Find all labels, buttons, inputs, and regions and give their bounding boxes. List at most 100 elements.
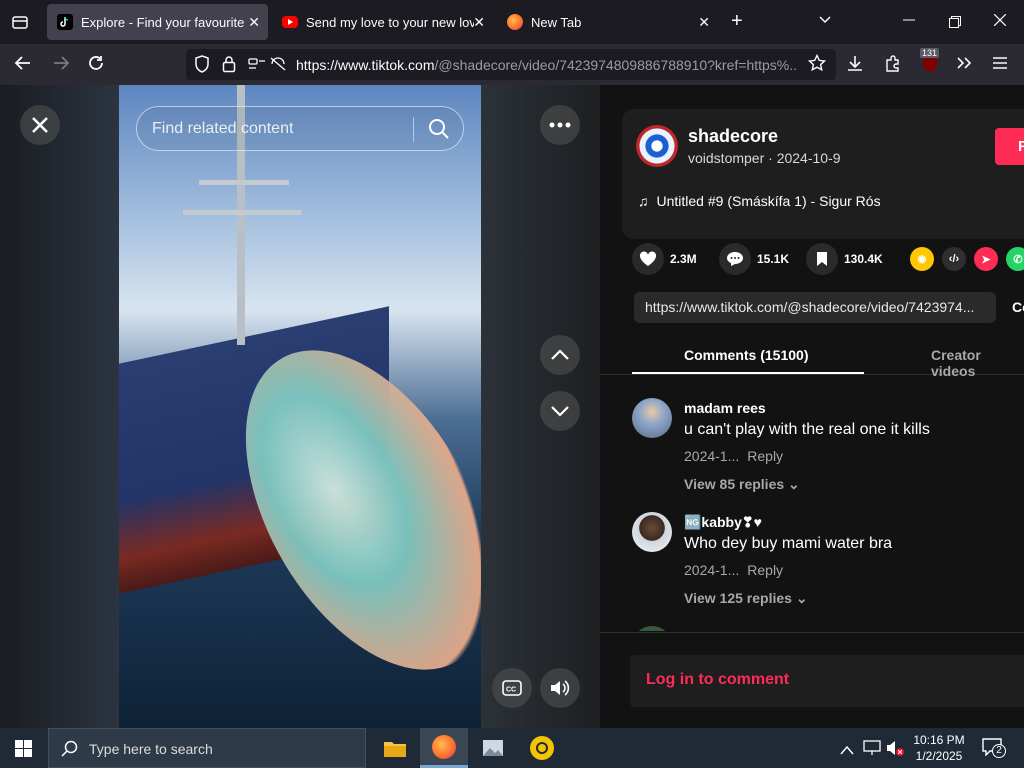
comment-meta: 2024-1... Reply xyxy=(684,448,783,464)
lock-icon[interactable] xyxy=(222,55,236,78)
restore-icon[interactable] xyxy=(949,15,961,33)
search-icon xyxy=(61,740,78,757)
windows-start-icon[interactable] xyxy=(15,740,32,762)
comment-text: u can't play with the real one it kills xyxy=(684,421,930,438)
save-count: 130.4K xyxy=(844,252,883,266)
chevron-down-icon: ⌄ xyxy=(788,476,800,492)
permissions-icon[interactable] xyxy=(248,56,266,77)
app-icon[interactable] xyxy=(518,728,566,768)
comment-item: madam rees u can't play with the real on… xyxy=(632,398,1012,508)
video-player[interactable] xyxy=(119,85,481,728)
more-options-button[interactable] xyxy=(540,105,580,145)
copy-link-button[interactable]: Co xyxy=(1012,299,1024,315)
view-replies-button[interactable]: View 85 replies ⌄ xyxy=(684,476,800,493)
tab-title: New Tab xyxy=(531,14,582,30)
close-tab-icon[interactable]: ✕ xyxy=(248,14,260,31)
send-to-friends-icon[interactable]: ➤ xyxy=(974,247,998,271)
comments-list[interactable]: madam rees u can't play with the real on… xyxy=(600,376,1024,631)
tab-explore[interactable]: Explore - Find your favourite vi ✕ xyxy=(47,4,268,40)
comment-button[interactable]: 15.1K xyxy=(719,243,789,275)
bookmark-icon xyxy=(817,252,827,266)
taskbar-search[interactable]: Type here to search xyxy=(48,728,366,768)
heart-icon xyxy=(639,251,657,266)
network-icon[interactable] xyxy=(863,740,881,761)
bookmark-star-icon[interactable] xyxy=(807,53,827,77)
new-tab-icon[interactable]: + xyxy=(731,10,743,33)
extensions-icon[interactable] xyxy=(884,54,902,77)
avatar[interactable] xyxy=(632,398,672,438)
view-replies-button[interactable]: View 125 replies ⌄ xyxy=(684,590,808,607)
reply-button[interactable]: Reply xyxy=(747,562,783,578)
system-clock[interactable]: 10:16 PM 1/2/2025 xyxy=(905,732,973,764)
url-text[interactable]: https://www.tiktok.com/@shadecore/video/… xyxy=(296,57,796,73)
music-info[interactable]: ♫ Untitled #9 (Smáskífa 1) - Sigur Rós xyxy=(638,193,881,209)
tab-list-icon[interactable] xyxy=(11,13,29,36)
shield-icon[interactable] xyxy=(194,55,210,78)
like-count: 2.3M xyxy=(670,252,697,266)
menu-icon[interactable] xyxy=(991,54,1009,77)
view-replies-label: View 125 replies xyxy=(684,590,792,606)
tab-send-my-love[interactable]: Send my love to your new love ✕ xyxy=(272,4,493,40)
video-link-field[interactable]: https://www.tiktok.com/@shadecore/video/… xyxy=(634,292,996,323)
tab-new-tab[interactable]: New Tab ✕ xyxy=(497,4,718,40)
notification-icon[interactable]: 2 xyxy=(982,738,1006,761)
forward-icon[interactable] xyxy=(52,54,70,77)
follow-button[interactable]: F xyxy=(995,128,1024,165)
save-button[interactable]: 130.4K xyxy=(806,243,883,275)
close-icon xyxy=(32,117,48,133)
more-tools-icon[interactable] xyxy=(955,54,973,77)
username[interactable]: shadecore xyxy=(688,126,778,147)
avatar[interactable] xyxy=(636,125,678,167)
video-link: https://www.tiktok.com/@shadecore/video/… xyxy=(645,299,975,315)
address-bar[interactable]: https://www.tiktok.com/@shadecore/video/… xyxy=(186,49,836,80)
downloads-icon[interactable] xyxy=(846,54,864,77)
comment-item: 🆖kabby❣♥ Who dey buy mami water bra 2024… xyxy=(632,512,1012,622)
close-video-button[interactable] xyxy=(20,105,60,145)
tiktok-icon xyxy=(57,14,73,30)
volume-button[interactable] xyxy=(540,668,580,708)
embed-icon[interactable]: ‹/› xyxy=(942,247,966,271)
share-icon[interactable]: ◉ xyxy=(910,247,934,271)
previous-video-button[interactable] xyxy=(540,335,580,375)
clock-date: 1/2/2025 xyxy=(915,749,963,763)
file-explorer-icon[interactable] xyxy=(371,728,419,768)
chevron-up-icon[interactable] xyxy=(840,742,854,760)
ublock-icon[interactable]: 131 xyxy=(920,48,940,79)
find-related-search[interactable]: Find related content xyxy=(136,106,464,151)
photos-app-icon[interactable] xyxy=(469,728,517,768)
avatar[interactable] xyxy=(632,512,672,552)
comment-username[interactable]: 🆖kabby❣♥ xyxy=(684,514,762,531)
list-all-tabs-icon[interactable] xyxy=(818,12,832,31)
comment-username[interactable]: madam rees xyxy=(684,400,766,416)
like-button[interactable]: 2.3M xyxy=(632,243,697,275)
tab-comments[interactable]: Comments (15100) xyxy=(684,347,809,363)
close-window-icon[interactable] xyxy=(993,13,1007,31)
minimize-icon[interactable] xyxy=(903,13,915,31)
taskbar-search-placeholder: Type here to search xyxy=(89,741,213,757)
comment-icon xyxy=(727,252,743,266)
notification-count: 2 xyxy=(992,744,1006,758)
music-note-icon: ♫ xyxy=(638,193,649,209)
tab-creator-videos[interactable]: Creator videos xyxy=(931,347,1024,379)
whatsapp-icon[interactable]: ✆ xyxy=(1006,247,1024,271)
captions-button[interactable]: CC xyxy=(492,668,532,708)
firefox-taskbar-icon[interactable] xyxy=(420,728,468,768)
next-video-button[interactable] xyxy=(540,391,580,431)
close-tab-icon[interactable]: ✕ xyxy=(698,14,710,31)
login-to-comment-button[interactable]: Log in to comment xyxy=(630,655,1024,707)
search-icon[interactable] xyxy=(427,117,451,146)
avatar[interactable] xyxy=(632,626,672,631)
chevron-down-icon xyxy=(551,406,569,417)
back-icon[interactable] xyxy=(14,54,32,77)
autoplay-blocked-icon[interactable] xyxy=(269,56,287,77)
close-tab-icon[interactable]: ✕ xyxy=(473,14,485,31)
reply-button[interactable]: Reply xyxy=(747,448,783,464)
taskbar: Type here to search 10:16 PM 1/2/2025 2 xyxy=(0,728,1024,768)
follow-label: F xyxy=(1018,138,1024,155)
page-content: Find related content CC shadecore voidst… xyxy=(0,85,1024,728)
volume-muted-icon[interactable] xyxy=(886,740,904,761)
clock-time: 10:16 PM xyxy=(913,733,965,747)
reload-icon[interactable] xyxy=(87,54,105,77)
youtube-icon xyxy=(282,16,298,28)
active-tab-indicator xyxy=(632,372,864,374)
